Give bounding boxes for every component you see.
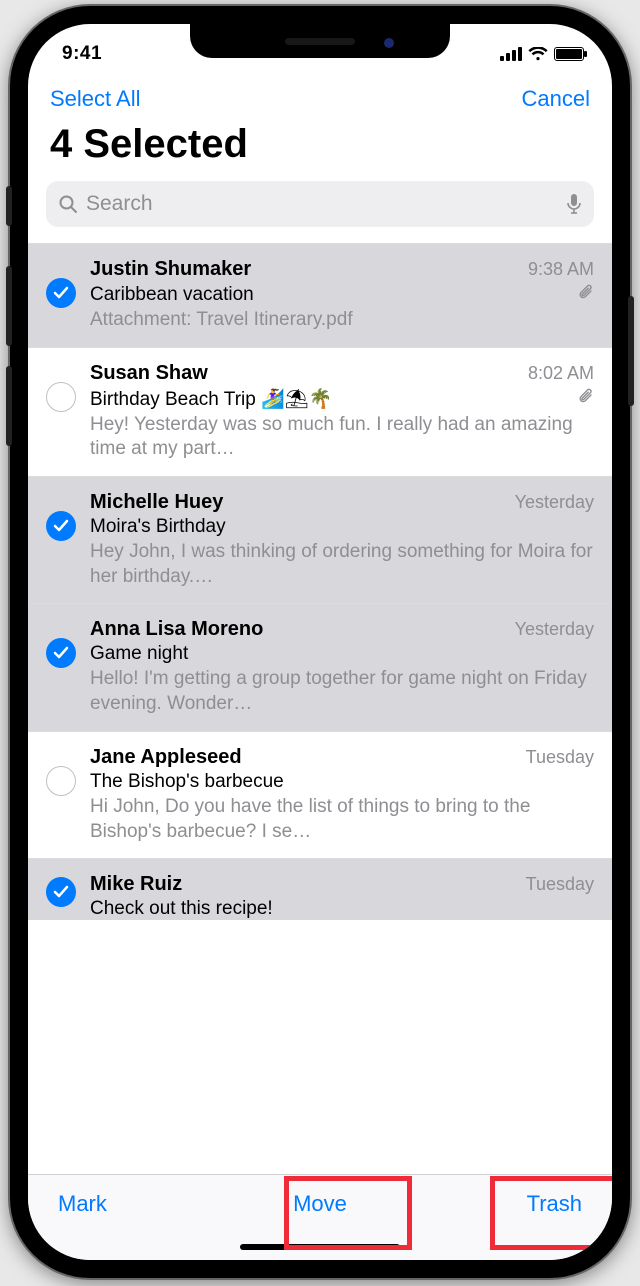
email-time: Yesterday — [515, 492, 594, 513]
email-sender: Susan Shaw — [90, 362, 208, 385]
selection-checkbox[interactable] — [46, 766, 76, 796]
selection-checkbox[interactable] — [46, 877, 76, 907]
search-input[interactable] — [86, 192, 558, 216]
email-sender: Justin Shumaker — [90, 258, 251, 281]
email-row[interactable]: Jane Appleseed Tuesday The Bishop's barbec… — [28, 732, 612, 859]
email-row[interactable]: Mike Ruiz Tuesday Check out this recipe! — [28, 859, 612, 920]
selection-checkbox[interactable] — [46, 638, 76, 668]
email-preview: Hello! I'm getting a group together for … — [90, 667, 594, 716]
search-field[interactable] — [46, 181, 594, 227]
email-sender: Michelle Huey — [90, 491, 223, 514]
mark-button[interactable]: Mark — [58, 1191, 107, 1217]
email-content: Justin Shumaker 9:38 AM Caribbean vacation… — [90, 258, 594, 333]
selection-checkbox[interactable] — [46, 278, 76, 308]
email-preview: Hi John, Do you have the list of things … — [90, 795, 594, 844]
selection-checkbox[interactable] — [46, 511, 76, 541]
trash-button[interactable]: Trash — [527, 1191, 582, 1217]
email-list[interactable]: Justin Shumaker 9:38 AM Caribbean vacation… — [28, 243, 612, 920]
attachment-icon — [578, 387, 594, 410]
select-all-button[interactable]: Select All — [50, 86, 141, 112]
email-sender: Jane Appleseed — [90, 746, 242, 769]
selection-checkbox[interactable] — [46, 382, 76, 412]
email-preview: Hey! Yesterday was so much fun. I really… — [90, 413, 594, 462]
nav-bar: Select All Cancel — [28, 74, 612, 120]
email-time: Yesterday — [515, 619, 594, 640]
mute-switch — [6, 186, 12, 226]
page-title: 4 Selected — [28, 120, 612, 181]
email-subject: Check out this recipe! — [90, 898, 273, 920]
email-content: Mike Ruiz Tuesday Check out this recipe! — [90, 873, 594, 920]
email-subject: Game night — [90, 643, 188, 665]
email-content: Jane Appleseed Tuesday The Bishop's barbec… — [90, 746, 594, 844]
email-content: Susan Shaw 8:02 AM Birthday Beach Trip 🏄‍♀… — [90, 362, 594, 462]
email-sender: Mike Ruiz — [90, 873, 182, 896]
email-row[interactable]: Justin Shumaker 9:38 AM Caribbean vacation… — [28, 244, 612, 348]
home-indicator[interactable] — [240, 1244, 400, 1250]
email-row[interactable]: Michelle Huey Yesterday Moira's BirthdayHe… — [28, 477, 612, 604]
email-subject: Caribbean vacation — [90, 284, 254, 306]
email-sender: Anna Lisa Moreno — [90, 618, 263, 641]
email-time: 9:38 AM — [528, 259, 594, 280]
status-icons — [500, 47, 584, 61]
email-row[interactable]: Anna Lisa Moreno Yesterday Game nightHello… — [28, 604, 612, 731]
wifi-icon — [528, 47, 548, 61]
email-time: Tuesday — [526, 747, 594, 768]
email-content: Michelle Huey Yesterday Moira's BirthdayHe… — [90, 491, 594, 589]
email-subject: The Bishop's barbecue — [90, 771, 284, 793]
status-time: 9:41 — [62, 43, 102, 65]
search-icon — [58, 194, 78, 214]
attachment-icon — [578, 283, 594, 306]
email-subject: Moira's Birthday — [90, 516, 226, 538]
volume-up-button — [6, 266, 12, 346]
volume-down-button — [6, 366, 12, 446]
email-time: 8:02 AM — [528, 363, 594, 384]
dictate-icon[interactable] — [566, 193, 582, 215]
email-time: Tuesday — [526, 874, 594, 895]
device-frame: 9:41 Select All Cancel 4 Selected — [10, 6, 630, 1278]
email-preview: Hey John, I was thinking of ordering som… — [90, 540, 594, 589]
email-row[interactable]: Susan Shaw 8:02 AM Birthday Beach Trip 🏄‍♀… — [28, 348, 612, 477]
email-subject: Birthday Beach Trip 🏄‍♀️⛱🌴 — [90, 387, 333, 411]
cellular-icon — [500, 47, 522, 61]
power-button — [628, 296, 634, 406]
move-button[interactable]: Move — [293, 1191, 347, 1217]
search-container — [28, 181, 612, 243]
screen: 9:41 Select All Cancel 4 Selected — [28, 24, 612, 1260]
email-content: Anna Lisa Moreno Yesterday Game nightHello… — [90, 618, 594, 716]
toolbar: Mark Move Trash — [28, 1174, 612, 1260]
cancel-button[interactable]: Cancel — [522, 86, 590, 112]
notch — [190, 24, 450, 58]
battery-icon — [554, 47, 584, 61]
email-preview: Attachment: Travel Itinerary.pdf — [90, 308, 594, 333]
